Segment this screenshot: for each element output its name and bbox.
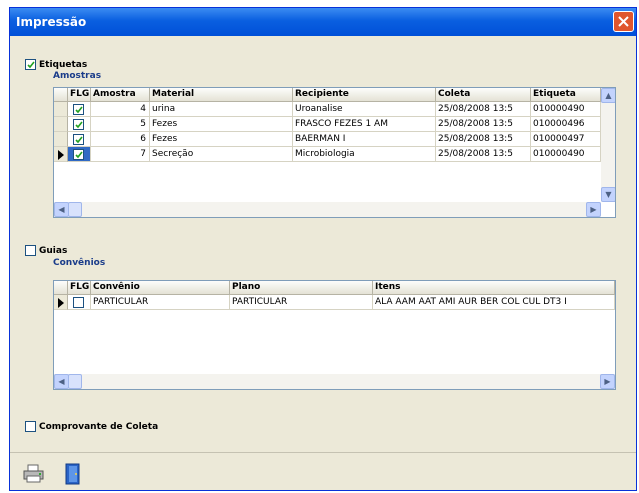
flg-checkbox[interactable] bbox=[73, 134, 84, 145]
exit-button[interactable] bbox=[63, 463, 83, 485]
column-header-plano[interactable]: Plano bbox=[230, 281, 373, 295]
horizontal-scrollbar[interactable]: ◀ ▶ bbox=[54, 202, 601, 217]
current-row-arrow-icon bbox=[58, 298, 64, 308]
row-selector[interactable] bbox=[54, 102, 68, 117]
comprovante-label: Comprovante de Coleta bbox=[39, 422, 159, 432]
cell-coleta: 25/08/2008 13:5 bbox=[436, 132, 531, 147]
row-selector[interactable] bbox=[54, 147, 68, 162]
cell-amostra: 6 bbox=[91, 132, 150, 147]
amostras-label: Amostras bbox=[53, 71, 102, 81]
print-button[interactable] bbox=[23, 464, 45, 484]
row-selector[interactable] bbox=[54, 295, 68, 310]
title-bar[interactable]: Impressão bbox=[10, 8, 636, 36]
column-header-amostra[interactable]: Amostra bbox=[91, 88, 150, 102]
amostras-grid: FLG Amostra Material Recipiente Coleta E… bbox=[53, 87, 616, 218]
cell-material: Secreção bbox=[150, 147, 293, 162]
column-header-flg[interactable]: FLG bbox=[68, 281, 91, 295]
cell-convenio: PARTICULAR bbox=[91, 295, 230, 310]
current-row-arrow-icon bbox=[58, 150, 64, 160]
row-selector[interactable] bbox=[54, 117, 68, 132]
convenios-label: Convênios bbox=[53, 258, 106, 268]
convenios-grid: FLG Convênio Plano Itens PARTICULAR PART… bbox=[53, 280, 616, 390]
checkmark-icon bbox=[75, 136, 83, 144]
cell-recipiente: Microbiologia bbox=[293, 147, 436, 162]
cell-material: Fezes bbox=[150, 117, 293, 132]
flg-checkbox[interactable] bbox=[73, 119, 84, 130]
checkmark-icon bbox=[75, 106, 83, 114]
etiquetas-checkbox[interactable] bbox=[25, 59, 36, 70]
scroll-right-button[interactable]: ▶ bbox=[586, 202, 601, 217]
scroll-thumb[interactable] bbox=[68, 202, 82, 217]
cell-recipiente: FRASCO FEZES 1 AM bbox=[293, 117, 436, 132]
cell-amostra: 4 bbox=[91, 102, 150, 117]
flg-checkbox[interactable] bbox=[73, 104, 84, 115]
row-header-corner bbox=[54, 88, 68, 102]
cell-recipiente: BAERMAN I bbox=[293, 132, 436, 147]
cell-itens: ALA AAM AAT AMI AUR BER COL CUL DT3 I bbox=[373, 295, 615, 310]
cell-etiqueta: 010000496 bbox=[531, 117, 601, 132]
cell-material: Fezes bbox=[150, 132, 293, 147]
guias-label: Guias bbox=[39, 246, 68, 256]
checkmark-icon bbox=[75, 121, 83, 129]
cell-etiqueta: 010000490 bbox=[531, 147, 601, 162]
printer-icon bbox=[23, 464, 44, 483]
flg-checkbox[interactable] bbox=[73, 149, 84, 160]
scroll-right-button[interactable]: ▶ bbox=[600, 374, 615, 389]
cell-coleta: 25/08/2008 13:5 bbox=[436, 117, 531, 132]
flg-checkbox[interactable] bbox=[73, 297, 84, 308]
guias-checkbox[interactable] bbox=[25, 245, 36, 256]
column-header-convenio[interactable]: Convênio bbox=[91, 281, 230, 295]
scroll-thumb[interactable] bbox=[68, 374, 82, 389]
close-icon bbox=[618, 16, 629, 27]
print-dialog: Impressão Etiquetas Amostras FLG Amostra… bbox=[9, 7, 637, 491]
cell-etiqueta: 010000490 bbox=[531, 102, 601, 117]
cell-recipiente: Uroanalise bbox=[293, 102, 436, 117]
column-header-material[interactable]: Material bbox=[150, 88, 293, 102]
scroll-left-button[interactable]: ◀ bbox=[54, 202, 69, 217]
scroll-left-button[interactable]: ◀ bbox=[54, 374, 69, 389]
horizontal-scrollbar[interactable]: ◀ ▶ bbox=[54, 374, 615, 389]
cell-material: urina bbox=[150, 102, 293, 117]
vertical-scrollbar[interactable]: ▲ ▼ bbox=[601, 88, 615, 202]
column-header-etiqueta[interactable]: Etiqueta bbox=[531, 88, 601, 102]
exit-door-icon bbox=[65, 463, 80, 485]
cell-etiqueta: 010000497 bbox=[531, 132, 601, 147]
cell-coleta: 25/08/2008 13:5 bbox=[436, 102, 531, 117]
cell-coleta: 25/08/2008 13:5 bbox=[436, 147, 531, 162]
row-header-corner bbox=[54, 281, 68, 295]
comprovante-checkbox[interactable] bbox=[25, 421, 36, 432]
column-header-itens[interactable]: Itens bbox=[373, 281, 615, 295]
window-title: Impressão bbox=[16, 15, 87, 29]
cell-amostra: 7 bbox=[91, 147, 150, 162]
scroll-up-button[interactable]: ▲ bbox=[601, 88, 615, 103]
cell-plano: PARTICULAR bbox=[230, 295, 373, 310]
scroll-down-button[interactable]: ▼ bbox=[601, 187, 615, 202]
cell-amostra: 5 bbox=[91, 117, 150, 132]
checkmark-icon bbox=[27, 61, 35, 69]
etiquetas-label: Etiquetas bbox=[39, 60, 88, 70]
column-header-coleta[interactable]: Coleta bbox=[436, 88, 531, 102]
row-selector[interactable] bbox=[54, 132, 68, 147]
checkmark-icon bbox=[75, 151, 83, 159]
column-header-flg[interactable]: FLG bbox=[68, 88, 91, 102]
column-header-recipiente[interactable]: Recipiente bbox=[293, 88, 436, 102]
divider bbox=[10, 452, 636, 453]
close-button[interactable] bbox=[613, 11, 634, 32]
